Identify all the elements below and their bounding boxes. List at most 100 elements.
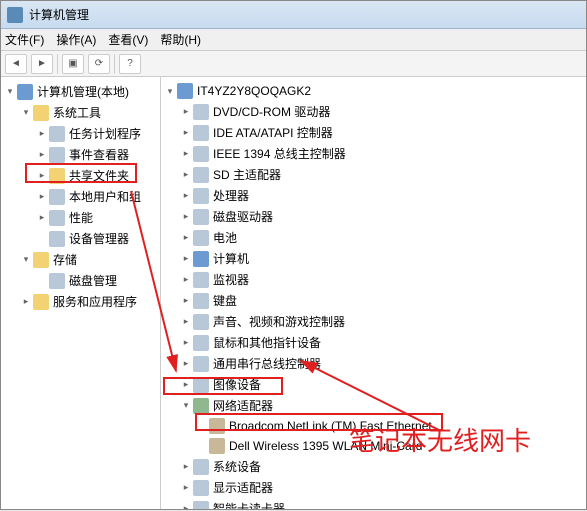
tree-services-apps[interactable]: ▸ 服务和应用程序	[1, 291, 160, 312]
dev-ide[interactable]: ▸IDE ATA/ATAPI 控制器	[161, 122, 586, 143]
toolbar-refresh[interactable]: ⟳	[88, 54, 110, 74]
toolbar-up[interactable]: ▣	[62, 54, 84, 74]
cpu-icon	[193, 188, 209, 204]
dev-monitor[interactable]: ▸监视器	[161, 269, 586, 290]
chevron-right-icon[interactable]: ▸	[37, 213, 47, 223]
spacer	[197, 441, 207, 451]
dev-imaging[interactable]: ▸ 图像设备	[161, 374, 586, 395]
perf-icon	[49, 210, 65, 226]
chevron-right-icon[interactable]: ▸	[181, 212, 191, 222]
chevron-right-icon[interactable]: ▸	[37, 171, 47, 181]
chevron-down-icon[interactable]: ▾	[5, 87, 15, 97]
dev-net-dell[interactable]: Dell Wireless 1395 WLAN Mini-Card	[161, 436, 586, 456]
chevron-right-icon[interactable]: ▸	[181, 296, 191, 306]
dev-battery[interactable]: ▸电池	[161, 227, 586, 248]
toolbar-forward[interactable]: ►	[31, 54, 53, 74]
tree-label: 系统设备	[213, 458, 261, 475]
spacer	[37, 276, 47, 286]
tree-label: 通用串行总线控制器	[213, 355, 321, 372]
chevron-right-icon[interactable]: ▸	[181, 483, 191, 493]
dev-system[interactable]: ▸ 系统设备	[161, 456, 586, 477]
chevron-right-icon[interactable]: ▸	[37, 129, 47, 139]
spacer	[197, 421, 207, 431]
right-pane[interactable]: ▾IT4YZ2Y8QOQAGK2 ▸ DVD/CD-ROM 驱动器 ▸IDE AT…	[161, 77, 586, 509]
tree-label: 共享文件夹	[69, 167, 129, 184]
chevron-right-icon[interactable]: ▸	[181, 107, 191, 117]
keyboard-icon	[193, 293, 209, 309]
chevron-right-icon[interactable]: ▸	[181, 380, 191, 390]
dev-dvd[interactable]: ▸ DVD/CD-ROM 驱动器	[161, 101, 586, 122]
dev-net-broadcom[interactable]: Broadcom NetLink (TM) Fast Ethernet	[161, 416, 586, 436]
nic-icon	[209, 418, 225, 434]
toolbar-help[interactable]: ?	[119, 54, 141, 74]
tree-label: 性能	[69, 209, 93, 226]
chevron-right-icon[interactable]: ▸	[181, 233, 191, 243]
tree-device-manager[interactable]: 设备管理器	[1, 228, 160, 249]
dev-disk[interactable]: ▸ 磁盘驱动器	[161, 206, 586, 227]
menu-view[interactable]: 查看(V)	[108, 31, 148, 48]
chevron-down-icon[interactable]: ▾	[165, 86, 175, 96]
tree-label: 磁盘驱动器	[213, 208, 273, 225]
chevron-down-icon[interactable]: ▾	[21, 255, 31, 265]
tree-label: DVD/CD-ROM 驱动器	[213, 103, 330, 120]
chevron-right-icon[interactable]: ▸	[181, 359, 191, 369]
dev-ieee1394[interactable]: ▸IEEE 1394 总线主控制器	[161, 143, 586, 164]
chevron-right-icon[interactable]: ▸	[181, 317, 191, 327]
chevron-right-icon[interactable]: ▸	[181, 128, 191, 138]
usb-icon	[193, 356, 209, 372]
tree-label: 智能卡读卡器	[213, 500, 285, 509]
menu-action[interactable]: 操作(A)	[56, 31, 96, 48]
menu-help[interactable]: 帮助(H)	[160, 31, 201, 48]
dev-computer-cat[interactable]: ▸计算机	[161, 248, 586, 269]
chevron-right-icon[interactable]: ▸	[21, 297, 31, 307]
chevron-right-icon[interactable]: ▸	[37, 150, 47, 160]
toolbar: ◄ ► ▣ ⟳ ?	[1, 51, 586, 77]
tree-label: 键盘	[213, 292, 237, 309]
dev-sd[interactable]: ▸ SD 主适配器	[161, 164, 586, 185]
network-icon	[193, 398, 209, 414]
dev-display[interactable]: ▸显示适配器	[161, 477, 586, 498]
tree-storage[interactable]: ▾存储	[1, 249, 160, 270]
chevron-right-icon[interactable]: ▸	[181, 254, 191, 264]
chevron-right-icon[interactable]: ▸	[37, 192, 47, 202]
tree-label: Broadcom NetLink (TM) Fast Ethernet	[229, 419, 432, 433]
chevron-down-icon[interactable]: ▾	[181, 401, 191, 411]
tree-label: SD 主适配器	[213, 166, 281, 183]
dev-cpu[interactable]: ▸处理器	[161, 185, 586, 206]
chevron-right-icon[interactable]: ▸	[181, 170, 191, 180]
tree-event-viewer[interactable]: ▸事件查看器	[1, 144, 160, 165]
battery-icon	[193, 230, 209, 246]
tree-task-scheduler[interactable]: ▸任务计划程序	[1, 123, 160, 144]
tree-performance[interactable]: ▸ 性能	[1, 207, 160, 228]
tree-label: 服务和应用程序	[53, 293, 137, 310]
chevron-right-icon[interactable]: ▸	[181, 504, 191, 510]
tree-disk-mgmt[interactable]: 磁盘管理	[1, 270, 160, 291]
toolbar-back[interactable]: ◄	[5, 54, 27, 74]
dev-usb[interactable]: ▸ 通用串行总线控制器	[161, 353, 586, 374]
tree-label: 声音、视频和游戏控制器	[213, 313, 345, 330]
tree-system-tools[interactable]: ▾系统工具	[1, 102, 160, 123]
firewire-icon	[193, 146, 209, 162]
chevron-right-icon[interactable]: ▸	[181, 149, 191, 159]
chevron-right-icon[interactable]: ▸	[181, 462, 191, 472]
titlebar[interactable]: 计算机管理	[1, 1, 586, 29]
tree-label: 设备管理器	[69, 230, 129, 247]
chevron-right-icon[interactable]: ▸	[181, 275, 191, 285]
monitor-icon	[193, 272, 209, 288]
menu-file[interactable]: 文件(F)	[5, 31, 44, 48]
chevron-right-icon[interactable]: ▸	[181, 338, 191, 348]
dev-smartcard[interactable]: ▸ 智能卡读卡器	[161, 498, 586, 509]
tree-shared-folders[interactable]: ▸ 共享文件夹	[1, 165, 160, 186]
chevron-down-icon[interactable]: ▾	[21, 108, 31, 118]
dev-sound[interactable]: ▸ 声音、视频和游戏控制器	[161, 311, 586, 332]
tree-local-users[interactable]: ▸本地用户和组	[1, 186, 160, 207]
toolbar-sep2	[114, 54, 115, 74]
tree-root[interactable]: ▾计算机管理(本地)	[1, 81, 160, 102]
chevron-right-icon[interactable]: ▸	[181, 191, 191, 201]
dev-keyboard[interactable]: ▸ 键盘	[161, 290, 586, 311]
dev-mouse[interactable]: ▸鼠标和其他指针设备	[161, 332, 586, 353]
dev-computer[interactable]: ▾IT4YZ2Y8QOQAGK2	[161, 81, 586, 101]
dev-network[interactable]: ▾网络适配器	[161, 395, 586, 416]
left-pane[interactable]: ▾计算机管理(本地) ▾系统工具 ▸任务计划程序 ▸事件查看器 ▸ 共享文件夹 ▸…	[1, 77, 161, 509]
tree-label: 图像设备	[213, 376, 261, 393]
